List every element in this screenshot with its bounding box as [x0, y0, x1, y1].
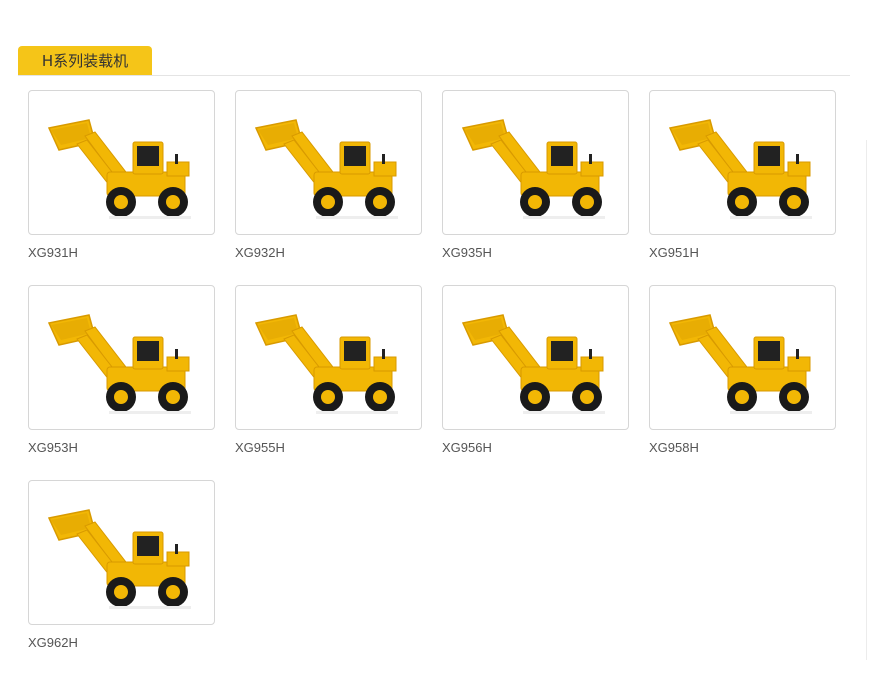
- wheel-loader-icon: [668, 118, 812, 219]
- product-card[interactable]: XG932H: [235, 90, 422, 261]
- product-card[interactable]: XG955H: [235, 285, 422, 456]
- product-name[interactable]: XG962H: [28, 635, 215, 651]
- product-card[interactable]: XG951H: [649, 90, 836, 261]
- product-image-frame[interactable]: [649, 285, 836, 430]
- product-name[interactable]: XG935H: [442, 245, 629, 261]
- section-divider: [18, 75, 850, 76]
- product-name[interactable]: XG958H: [649, 440, 836, 456]
- product-name[interactable]: XG931H: [28, 245, 215, 261]
- wheel-loader-icon: [668, 313, 812, 414]
- product-image-frame[interactable]: [649, 90, 836, 235]
- wheel-loader-icon: [254, 313, 398, 414]
- right-border: [866, 140, 867, 660]
- wheel-loader-icon: [47, 508, 191, 609]
- product-card[interactable]: XG958H: [649, 285, 836, 456]
- product-card[interactable]: XG935H: [442, 90, 629, 261]
- product-card[interactable]: XG962H: [28, 480, 215, 651]
- product-card[interactable]: XG931H: [28, 90, 215, 261]
- product-image-frame[interactable]: [442, 90, 629, 235]
- wheel-loader-icon: [254, 118, 398, 219]
- section-title: H系列装载机: [41, 52, 129, 70]
- product-image-frame[interactable]: [28, 285, 215, 430]
- wheel-loader-icon: [461, 313, 605, 414]
- section-title-tab[interactable]: H系列装载机: [18, 46, 152, 76]
- wheel-loader-icon: [47, 313, 191, 414]
- product-name[interactable]: XG953H: [28, 440, 215, 456]
- product-image-frame[interactable]: [28, 90, 215, 235]
- product-card[interactable]: XG953H: [28, 285, 215, 456]
- product-card[interactable]: XG956H: [442, 285, 629, 456]
- product-image-frame[interactable]: [235, 285, 422, 430]
- wheel-loader-icon: [47, 118, 191, 219]
- product-image-frame[interactable]: [235, 90, 422, 235]
- product-name[interactable]: XG955H: [235, 440, 422, 456]
- product-name[interactable]: XG956H: [442, 440, 629, 456]
- product-name[interactable]: XG951H: [649, 245, 836, 261]
- product-name[interactable]: XG932H: [235, 245, 422, 261]
- product-image-frame[interactable]: [28, 480, 215, 625]
- product-image-frame[interactable]: [442, 285, 629, 430]
- wheel-loader-icon: [461, 118, 605, 219]
